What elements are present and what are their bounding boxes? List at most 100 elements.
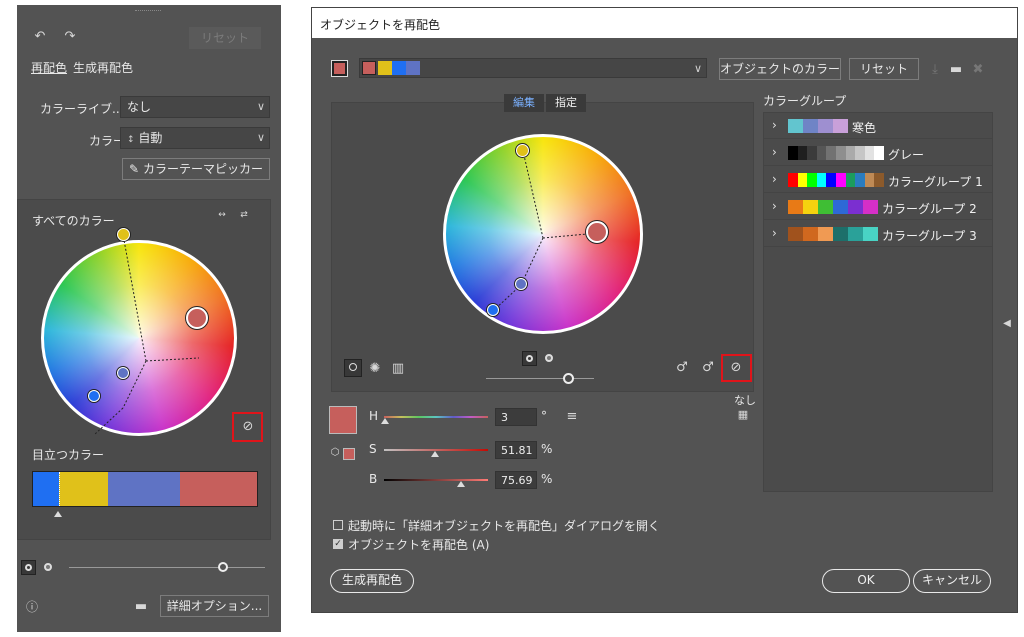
show-saturation-toggle[interactable]: [522, 351, 537, 366]
expand-panel-icon[interactable]: ◀: [1002, 319, 1012, 329]
group-swatch[interactable]: [797, 146, 808, 160]
unlink-harmony-icon[interactable]: ⇄: [237, 211, 251, 220]
ok-button[interactable]: OK: [822, 569, 910, 593]
group-swatch[interactable]: [826, 173, 836, 187]
tab-assign[interactable]: 指定: [546, 94, 586, 112]
tab-recolor[interactable]: 再配色: [31, 59, 67, 76]
group-swatch[interactable]: [864, 173, 875, 187]
group-swatch[interactable]: [833, 200, 848, 214]
group-swatch[interactable]: [803, 119, 818, 133]
tab-generative-recolor[interactable]: 生成再配色: [73, 59, 133, 76]
color-groups-list[interactable]: › 寒色 › グレー › カラーグループ 1 › カラーグループ 2 › カラーグループ 3: [763, 112, 993, 492]
open-on-launch-label[interactable]: 起動時に「詳細オブジェクトを再配色」ダイアログを開く: [348, 517, 660, 534]
color-group-row[interactable]: › カラーグループ 1: [764, 167, 992, 193]
group-swatch[interactable]: [807, 146, 817, 160]
generative-recolor-button[interactable]: 生成再配色: [330, 569, 414, 593]
dialog-brightness-thumb[interactable]: [563, 373, 574, 384]
group-swatch[interactable]: [788, 146, 798, 160]
remove-color-tool-icon[interactable]: ♂: [701, 361, 715, 374]
prominent-color-segment[interactable]: [179, 472, 257, 506]
group-swatch[interactable]: [816, 173, 827, 187]
color-theme-picker-button[interactable]: ✎ カラーテーマピッカー: [122, 158, 270, 180]
group-swatch[interactable]: [874, 173, 884, 187]
group-swatch[interactable]: [803, 200, 818, 214]
group-swatch[interactable]: [818, 119, 833, 133]
group-swatch[interactable]: [788, 119, 803, 133]
group-swatch[interactable]: [863, 200, 878, 214]
group-swatch[interactable]: [855, 173, 865, 187]
color-group-row[interactable]: › グレー: [764, 140, 992, 166]
current-group-swatch[interactable]: [406, 61, 420, 75]
add-color-tool-icon[interactable]: ♂: [675, 361, 689, 374]
show-brightness-toggle[interactable]: [541, 351, 556, 366]
group-swatch[interactable]: [835, 173, 846, 187]
chevron-right-icon[interactable]: ›: [772, 199, 777, 213]
b-input[interactable]: 75.69: [495, 471, 537, 489]
group-swatch[interactable]: [788, 200, 803, 214]
group-swatch[interactable]: [816, 146, 827, 160]
b-slider-thumb[interactable]: [457, 481, 465, 487]
group-swatch[interactable]: [826, 146, 836, 160]
prominent-colors-handle[interactable]: [54, 511, 62, 517]
folder-icon[interactable]: ▬: [133, 600, 149, 613]
redo-icon[interactable]: ↷: [61, 30, 79, 43]
current-color-group[interactable]: ∨: [359, 58, 707, 78]
group-swatch[interactable]: [833, 119, 848, 133]
trash-icon[interactable]: ✖: [971, 63, 985, 76]
view-color-bars-icon[interactable]: ▥: [390, 362, 406, 375]
advanced-options-button[interactable]: 詳細オプション...: [160, 595, 269, 617]
group-swatch[interactable]: [833, 227, 848, 241]
chevron-right-icon[interactable]: ›: [772, 226, 777, 240]
group-swatch[interactable]: [855, 146, 865, 160]
group-swatch[interactable]: [845, 173, 856, 187]
dialog-marker-periwinkle[interactable]: [515, 278, 527, 290]
s-input[interactable]: 51.81: [495, 441, 537, 459]
view-smooth-wheel[interactable]: [344, 359, 362, 377]
group-swatch[interactable]: [848, 227, 863, 241]
color-group-row[interactable]: › カラーグループ 3: [764, 221, 992, 247]
view-segmented-wheel-icon[interactable]: ✺: [367, 362, 383, 375]
undo-icon[interactable]: ↶: [31, 30, 49, 43]
info-icon[interactable]: ⓘ: [25, 601, 39, 613]
brightness-slider-thumb[interactable]: [218, 562, 228, 572]
base-color-swatch[interactable]: [329, 406, 357, 434]
h-input[interactable]: 3: [495, 408, 537, 426]
current-group-swatch[interactable]: [378, 61, 392, 75]
marker-blue[interactable]: [88, 390, 100, 402]
color-group-row[interactable]: › 寒色: [764, 113, 992, 139]
dialog-marker-base-red[interactable]: [586, 221, 608, 243]
group-swatch[interactable]: [874, 146, 884, 160]
save-group-icon[interactable]: ⤓: [928, 63, 942, 76]
recolor-art-checkbox[interactable]: ✓: [333, 539, 343, 549]
dialog-brightness-track[interactable]: [486, 378, 594, 379]
panel-grip[interactable]: [135, 10, 161, 12]
tab-edit[interactable]: 編集: [504, 94, 544, 112]
brightness-slider-track[interactable]: [69, 567, 265, 568]
b-slider-track[interactable]: [384, 479, 488, 481]
chevron-right-icon[interactable]: ›: [772, 145, 777, 159]
dialog-unlink-colors-icon[interactable]: ⊘: [728, 361, 744, 374]
group-swatch[interactable]: [818, 227, 833, 241]
group-swatch[interactable]: [848, 200, 863, 214]
wheel-mode-segmented[interactable]: [40, 560, 55, 575]
recolor-art-label[interactable]: オブジェクトを再配色 (A): [348, 536, 489, 553]
group-swatch[interactable]: [797, 173, 808, 187]
prominent-color-segment[interactable]: [58, 472, 109, 506]
group-swatch[interactable]: [864, 146, 875, 160]
current-group-swatch[interactable]: [392, 61, 406, 75]
group-swatch[interactable]: [818, 200, 833, 214]
open-on-launch-checkbox[interactable]: [333, 520, 343, 530]
chevron-right-icon[interactable]: ›: [772, 118, 777, 132]
h-slider-thumb[interactable]: [381, 418, 389, 424]
marker-periwinkle[interactable]: [117, 367, 129, 379]
link-harmony-icon[interactable]: ↔: [215, 211, 229, 220]
prominent-color-segment[interactable]: [108, 472, 180, 506]
marker-yellow[interactable]: [117, 228, 130, 241]
unlink-colors-icon[interactable]: ⊘: [240, 420, 256, 433]
current-group-swatch[interactable]: [362, 61, 376, 75]
dialog-reset-button[interactable]: リセット: [849, 58, 919, 80]
cancel-button[interactable]: キャンセル: [913, 569, 991, 593]
group-swatch[interactable]: [835, 146, 846, 160]
group-swatch[interactable]: [845, 146, 856, 160]
dialog-marker-yellow[interactable]: [516, 144, 529, 157]
